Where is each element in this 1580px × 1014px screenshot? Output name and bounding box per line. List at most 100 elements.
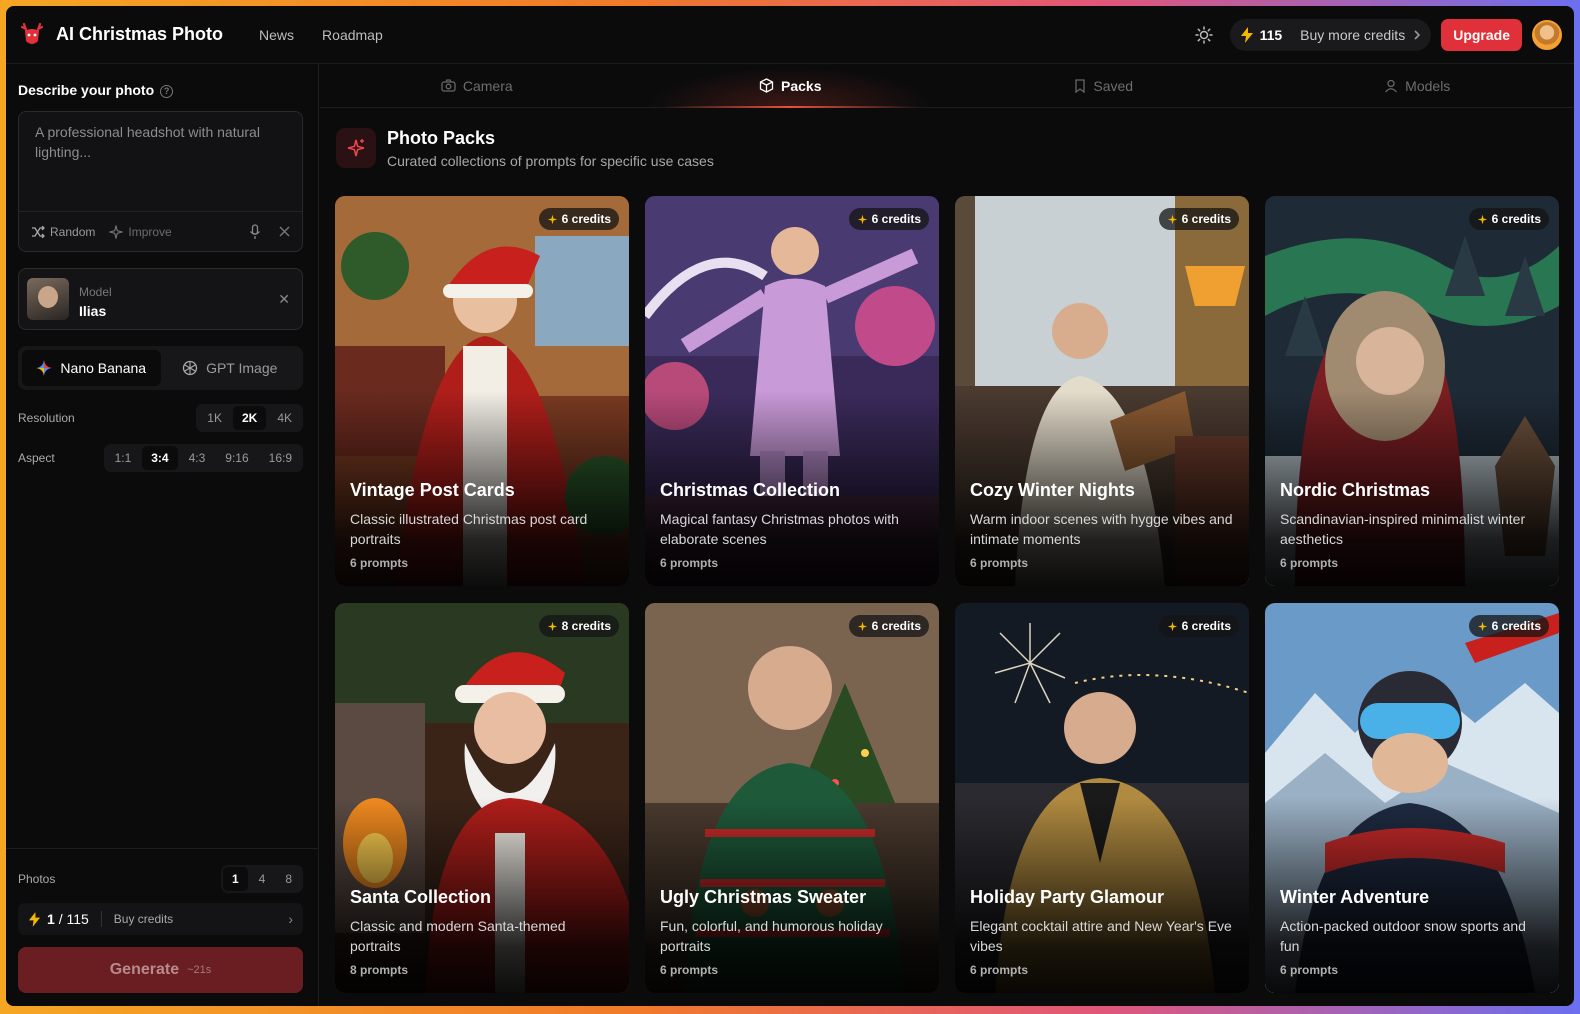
pack-prompt-count: 6 prompts: [970, 963, 1029, 977]
theme-toggle-sun-icon[interactable]: [1194, 25, 1214, 45]
user-avatar[interactable]: [1532, 19, 1562, 50]
sparkles-icon: [336, 128, 376, 168]
pack-description: Classic and modern Santa-themed portrait…: [350, 918, 566, 954]
resolution-1k[interactable]: 1K: [198, 406, 231, 430]
brand-name[interactable]: AI Christmas Photo: [56, 24, 223, 45]
model-selector[interactable]: Model Ilias ✕: [18, 268, 303, 330]
page-title: Photo Packs: [387, 128, 496, 148]
upgrade-button[interactable]: Upgrade: [1441, 18, 1522, 51]
tab-saved[interactable]: Saved: [947, 64, 1261, 107]
pack-title: Christmas Collection: [660, 480, 841, 500]
photo-count-selector: 1 4 8: [220, 865, 303, 893]
page-subtitle: Curated collections of prompts for speci…: [387, 153, 714, 169]
prompt-textarea[interactable]: A professional headshot with natural lig…: [18, 111, 303, 252]
prompt-placeholder: A professional headshot with natural lig…: [35, 124, 260, 160]
sparkle-icon: [109, 224, 124, 239]
aspect-3-4[interactable]: 3:4: [142, 446, 178, 470]
pack-card-ugly-christmas-sweater[interactable]: 6 credits Ugly Christmas Sweater Fun, co…: [645, 603, 939, 993]
engine-switch: Nano Banana GPT Image: [18, 346, 303, 390]
tab-packs[interactable]: Packs: [633, 64, 947, 108]
photo-count-8[interactable]: 8: [276, 867, 301, 891]
credits-pill[interactable]: 115 Buy more credits: [1229, 18, 1432, 51]
credits-badge: 6 credits: [1158, 208, 1239, 230]
model-thumbnail: [27, 278, 69, 320]
packs-grid: 6 credits Vintage Post Cards Classic ill…: [335, 196, 1559, 993]
credits-badge: 6 credits: [1468, 208, 1549, 230]
aspect-row: Aspect 1:1 3:4 4:3 9:16 16:9: [18, 444, 303, 472]
shuffle-icon: [32, 225, 45, 238]
generate-panel: Photos 1 4 8 1 / 115 Buy credits › Gener…: [6, 848, 318, 1006]
resolution-label: Resolution: [18, 411, 75, 425]
pack-prompt-count: 6 prompts: [1280, 556, 1339, 570]
gemini-star-icon: [36, 360, 53, 376]
pack-description: Classic illustrated Christmas post card …: [350, 511, 588, 547]
pack-description: Action-packed outdoor snow sports and fu…: [1280, 918, 1526, 954]
aspect-4-3[interactable]: 4:3: [180, 446, 215, 470]
reindeer-logo-icon[interactable]: [18, 21, 46, 49]
credits-badge: 6 credits: [1158, 615, 1239, 637]
pack-prompt-count: 8 prompts: [350, 963, 409, 977]
nav-news[interactable]: News: [259, 27, 294, 43]
microphone-icon[interactable]: [249, 223, 261, 240]
photo-count-1[interactable]: 1: [222, 867, 248, 891]
pack-card-vintage-post-cards[interactable]: 6 credits Vintage Post Cards Classic ill…: [335, 196, 629, 586]
pack-card-nordic-christmas[interactable]: 6 credits Nordic Christmas Scandinavian-…: [1265, 196, 1559, 586]
sparkle-icon: [547, 214, 557, 224]
tab-models[interactable]: Models: [1261, 64, 1575, 107]
resolution-selector: 1K 2K 4K: [196, 404, 303, 432]
sparkle-icon: [1167, 214, 1177, 224]
credit-usage-row[interactable]: 1 / 115 Buy credits ›: [18, 903, 303, 935]
sparkle-icon: [547, 621, 557, 631]
resolution-4k[interactable]: 4K: [268, 406, 301, 430]
aspect-selector: 1:1 3:4 4:3 9:16 16:9: [103, 444, 303, 472]
sparkle-icon: [1477, 214, 1487, 224]
tab-camera[interactable]: Camera: [320, 64, 634, 107]
pack-title: Santa Collection: [350, 887, 492, 907]
credits-badge: 6 credits: [1468, 615, 1549, 637]
pack-title: Holiday Party Glamour: [970, 887, 1165, 907]
sidebar: Describe your photo? A professional head…: [6, 64, 319, 1006]
pack-title: Ugly Christmas Sweater: [660, 887, 867, 907]
pack-card-holiday-party-glamour[interactable]: 6 credits Holiday Party Glamour Elegant …: [955, 603, 1249, 993]
aspect-1-1[interactable]: 1:1: [106, 446, 141, 470]
credits-badge: 6 credits: [848, 615, 929, 637]
credits-badge: 6 credits: [848, 208, 929, 230]
credits-badge: 6 credits: [538, 208, 619, 230]
photos-label: Photos: [18, 872, 56, 886]
pack-prompt-count: 6 prompts: [660, 556, 719, 570]
aspect-label: Aspect: [18, 451, 55, 465]
pack-card-christmas-collection[interactable]: 6 credits Christmas Collection Magical f…: [645, 196, 939, 586]
pack-description: Scandinavian-inspired minimalist winter …: [1280, 511, 1526, 547]
generate-button[interactable]: Generate ~21s: [18, 947, 303, 993]
buy-more-credits-link[interactable]: Buy more credits: [1300, 27, 1405, 43]
chevron-right-icon: [1414, 29, 1421, 40]
engine-gpt-image[interactable]: GPT Image: [161, 350, 300, 386]
sparkle-icon: [857, 214, 867, 224]
photo-count-4[interactable]: 4: [250, 867, 275, 891]
help-icon[interactable]: ?: [160, 85, 174, 98]
sparkle-icon: [857, 621, 867, 631]
engine-nano-banana[interactable]: Nano Banana: [22, 350, 161, 386]
buy-credits-link[interactable]: Buy credits: [114, 912, 173, 926]
pack-description: Elegant cocktail attire and New Year's E…: [970, 918, 1232, 954]
resolution-2k[interactable]: 2K: [232, 406, 267, 430]
nav-roadmap[interactable]: Roadmap: [322, 27, 383, 43]
chevron-right-icon: ›: [288, 911, 293, 927]
pack-prompt-count: 6 prompts: [1280, 963, 1339, 977]
aspect-16-9[interactable]: 16:9: [260, 446, 301, 470]
pack-card-cozy-winter-nights[interactable]: 6 credits Cozy Winter Nights Warm indoor…: [955, 196, 1249, 586]
pack-description: Fun, colorful, and humorous holiday port…: [660, 918, 883, 954]
clear-prompt-icon[interactable]: [279, 226, 290, 237]
divider: [100, 911, 102, 927]
pack-card-winter-adventure[interactable]: 6 credits Winter Adventure Action-packed…: [1265, 603, 1559, 993]
aspect-9-16[interactable]: 9:16: [216, 446, 257, 470]
main-content: Camera Packs Saved Models Photo Packs Cu…: [320, 64, 1574, 1006]
remove-model-icon[interactable]: ✕: [278, 291, 290, 308]
pack-title: Nordic Christmas: [1280, 480, 1431, 500]
pack-card-santa-collection[interactable]: 8 credits Santa Collection Classic and m…: [335, 603, 629, 993]
random-button[interactable]: Random: [31, 225, 95, 239]
improve-button[interactable]: Improve: [109, 224, 172, 239]
camera-icon: [441, 79, 456, 92]
bookmark-icon: [1075, 78, 1086, 93]
generate-eta: ~21s: [187, 964, 212, 976]
